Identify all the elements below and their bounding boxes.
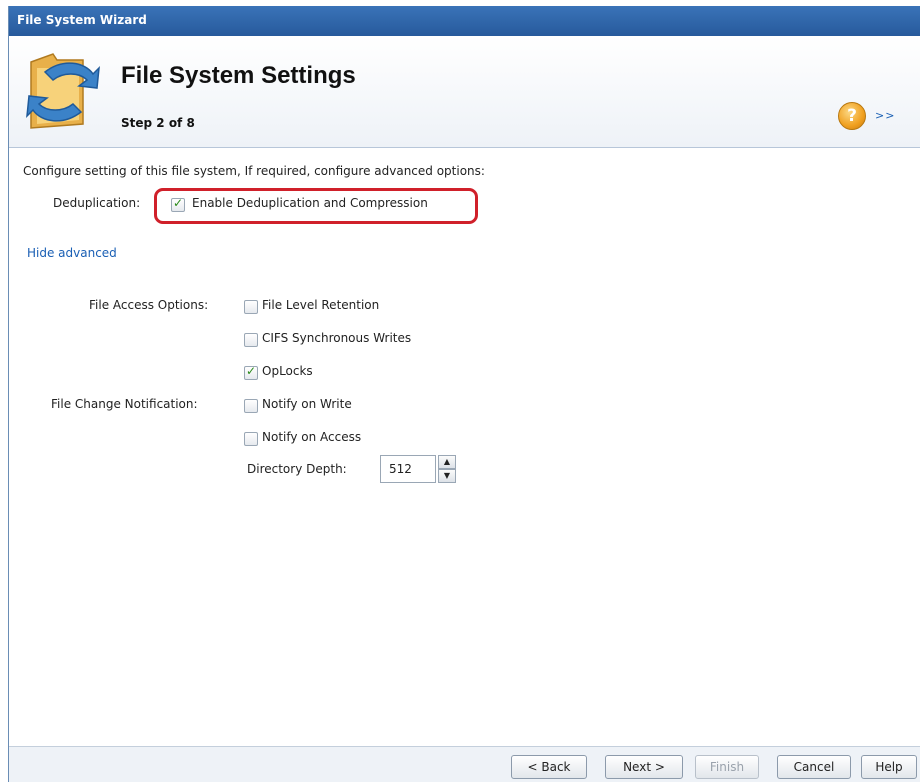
next-button[interactable]: Next > [605,755,683,779]
cifs-synchronous-writes-checkbox[interactable] [244,333,258,347]
oplocks-checkbox[interactable] [244,364,258,380]
cancel-button[interactable]: Cancel [777,755,851,779]
directory-depth-stepper: ▲ ▼ [438,455,456,483]
decrement-arrow-icon[interactable]: ▼ [438,469,456,483]
intro-text: Configure setting of this file system, I… [23,164,485,178]
file-access-options-label: File Access Options: [89,298,209,312]
oplocks-label: OpLocks [262,364,313,378]
wizard-content: Configure setting of this file system, I… [9,148,920,746]
hide-advanced-link[interactable]: Hide advanced [27,246,117,260]
wizard-header: File System Settings Step 2 of 8 ? >> [9,36,920,148]
wizard-window: File System Wizard File System Settings … [8,6,920,782]
file-level-retention-label: File Level Retention [262,298,380,312]
finish-button[interactable]: Finish [695,755,759,779]
deduplication-label: Deduplication: [53,196,141,210]
help-button[interactable]: Help [861,755,917,779]
back-button[interactable]: < Back [511,755,587,779]
help-icon[interactable]: ? [838,102,866,130]
expand-panel-link[interactable]: >> [875,109,895,122]
notify-on-write-label: Notify on Write [262,397,352,411]
page-title: File System Settings [121,62,356,89]
enable-deduplication-label: Enable Deduplication and Compression [192,196,428,210]
window-title: File System Wizard [17,13,147,27]
step-indicator: Step 2 of 8 [121,116,195,130]
notify-on-access-checkbox[interactable] [244,432,258,446]
window-title-bar: File System Wizard [9,6,920,36]
increment-arrow-icon[interactable]: ▲ [438,455,456,469]
notify-on-access-label: Notify on Access [262,430,362,444]
enable-deduplication-checkbox[interactable] [171,196,185,212]
file-change-notification-label: File Change Notification: [51,397,198,411]
cifs-synchronous-writes-label: CIFS Synchronous Writes [262,331,412,345]
notify-on-write-checkbox[interactable] [244,399,258,413]
directory-depth-input[interactable]: 512 [380,455,436,483]
file-system-wizard-icon [26,53,100,129]
wizard-footer: < Back Next > Finish Cancel Help [9,746,920,782]
directory-depth-label: Directory Depth: [247,462,347,476]
file-level-retention-checkbox[interactable] [244,300,258,314]
